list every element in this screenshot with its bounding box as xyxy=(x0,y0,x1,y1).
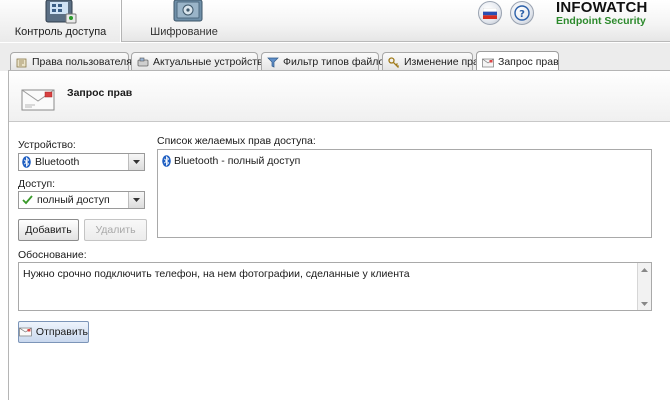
brand-subtitle: Endpoint Security xyxy=(556,15,646,27)
tab-current-devices-label: Актуальные устройства xyxy=(153,56,269,68)
tab-current-devices[interactable]: Актуальные устройства xyxy=(131,52,268,71)
access-control-icon xyxy=(45,0,77,24)
tab-user-rights-label: Права пользователя xyxy=(32,56,132,68)
reason-textarea[interactable]: Нужно срочно подключить телефон, на нем … xyxy=(18,262,652,311)
rights-list-label: Список желаемых прав доступа: xyxy=(157,135,316,147)
tab-user-rights[interactable]: Права пользователя xyxy=(10,52,132,71)
device-label: Устройство: xyxy=(18,139,76,151)
reason-text: Нужно срочно подключить телефон, на нем … xyxy=(23,268,410,280)
bluetooth-icon xyxy=(22,156,31,168)
tab-content-panel: Запрос прав Устройство: Bluetooth Доступ… xyxy=(8,70,670,400)
key-icon xyxy=(388,56,399,68)
device-select-value: Bluetooth xyxy=(35,156,80,168)
chevron-down-icon[interactable] xyxy=(128,154,144,170)
filter-icon xyxy=(267,57,279,68)
svg-text:?: ? xyxy=(519,9,525,20)
brand-name: INFOWATCH xyxy=(556,0,648,16)
device-select[interactable]: Bluetooth xyxy=(18,153,145,171)
access-select[interactable]: полный доступ xyxy=(18,191,145,209)
brand-logo: INFOWATCH Endpoint Security xyxy=(556,0,648,27)
bluetooth-icon xyxy=(162,155,171,167)
tab-request-rights-label: Запрос прав xyxy=(498,56,559,68)
add-button[interactable]: Добавить xyxy=(18,219,79,241)
envelope-icon xyxy=(482,58,494,67)
access-label: Доступ: xyxy=(18,178,56,190)
tab-change-rights[interactable]: Изменение прав xyxy=(382,52,484,71)
help-icon: ? xyxy=(514,5,530,21)
help-button[interactable]: ? xyxy=(510,1,534,25)
list-item[interactable]: Bluetooth - полный доступ xyxy=(162,155,300,167)
delete-button[interactable]: Удалить xyxy=(84,219,147,241)
russian-flag-icon xyxy=(483,7,497,19)
main-toolbar: Контроль доступа Шифрование ? INFOWATCH … xyxy=(0,0,670,42)
language-button[interactable] xyxy=(478,1,502,25)
tab-change-rights-label: Изменение прав xyxy=(404,56,485,68)
list-item-label: Bluetooth - полный доступ xyxy=(174,155,301,167)
checkmark-icon xyxy=(22,195,33,205)
safe-icon xyxy=(173,0,203,22)
toolbar-encryption-button[interactable]: Шифрование xyxy=(123,0,245,42)
tab-file-type-filter[interactable]: Фильтр типов файлов xyxy=(261,52,390,71)
user-rights-icon xyxy=(16,58,27,67)
scroll-down-icon[interactable] xyxy=(638,297,651,310)
rights-list[interactable]: Bluetooth - полный доступ xyxy=(157,149,652,238)
send-button[interactable]: Отправить xyxy=(18,321,89,343)
devices-icon xyxy=(137,57,149,66)
tab-bar: Права пользователя Актуальные устройства… xyxy=(0,43,670,72)
tab-file-type-filter-label: Фильтр типов файлов xyxy=(283,56,390,68)
toolbar-access-control-label: Контроль доступа xyxy=(14,26,107,38)
toolbar-encryption-label: Шифрование xyxy=(150,26,218,38)
toolbar-access-control-button[interactable]: Контроль доступа xyxy=(0,0,122,42)
tab-request-rights[interactable]: Запрос прав xyxy=(476,51,559,72)
access-select-value: полный доступ xyxy=(37,194,110,206)
envelope-large-icon xyxy=(21,89,55,111)
send-button-label: Отправить xyxy=(35,326,88,338)
reason-label: Обоснование: xyxy=(18,249,87,261)
send-envelope-icon xyxy=(19,327,32,337)
chevron-down-icon[interactable] xyxy=(128,192,144,208)
scroll-up-icon[interactable] xyxy=(638,263,651,276)
page-title: Запрос прав xyxy=(67,87,133,99)
page-header: Запрос прав xyxy=(9,71,670,122)
reason-scrollbar[interactable] xyxy=(637,263,651,310)
